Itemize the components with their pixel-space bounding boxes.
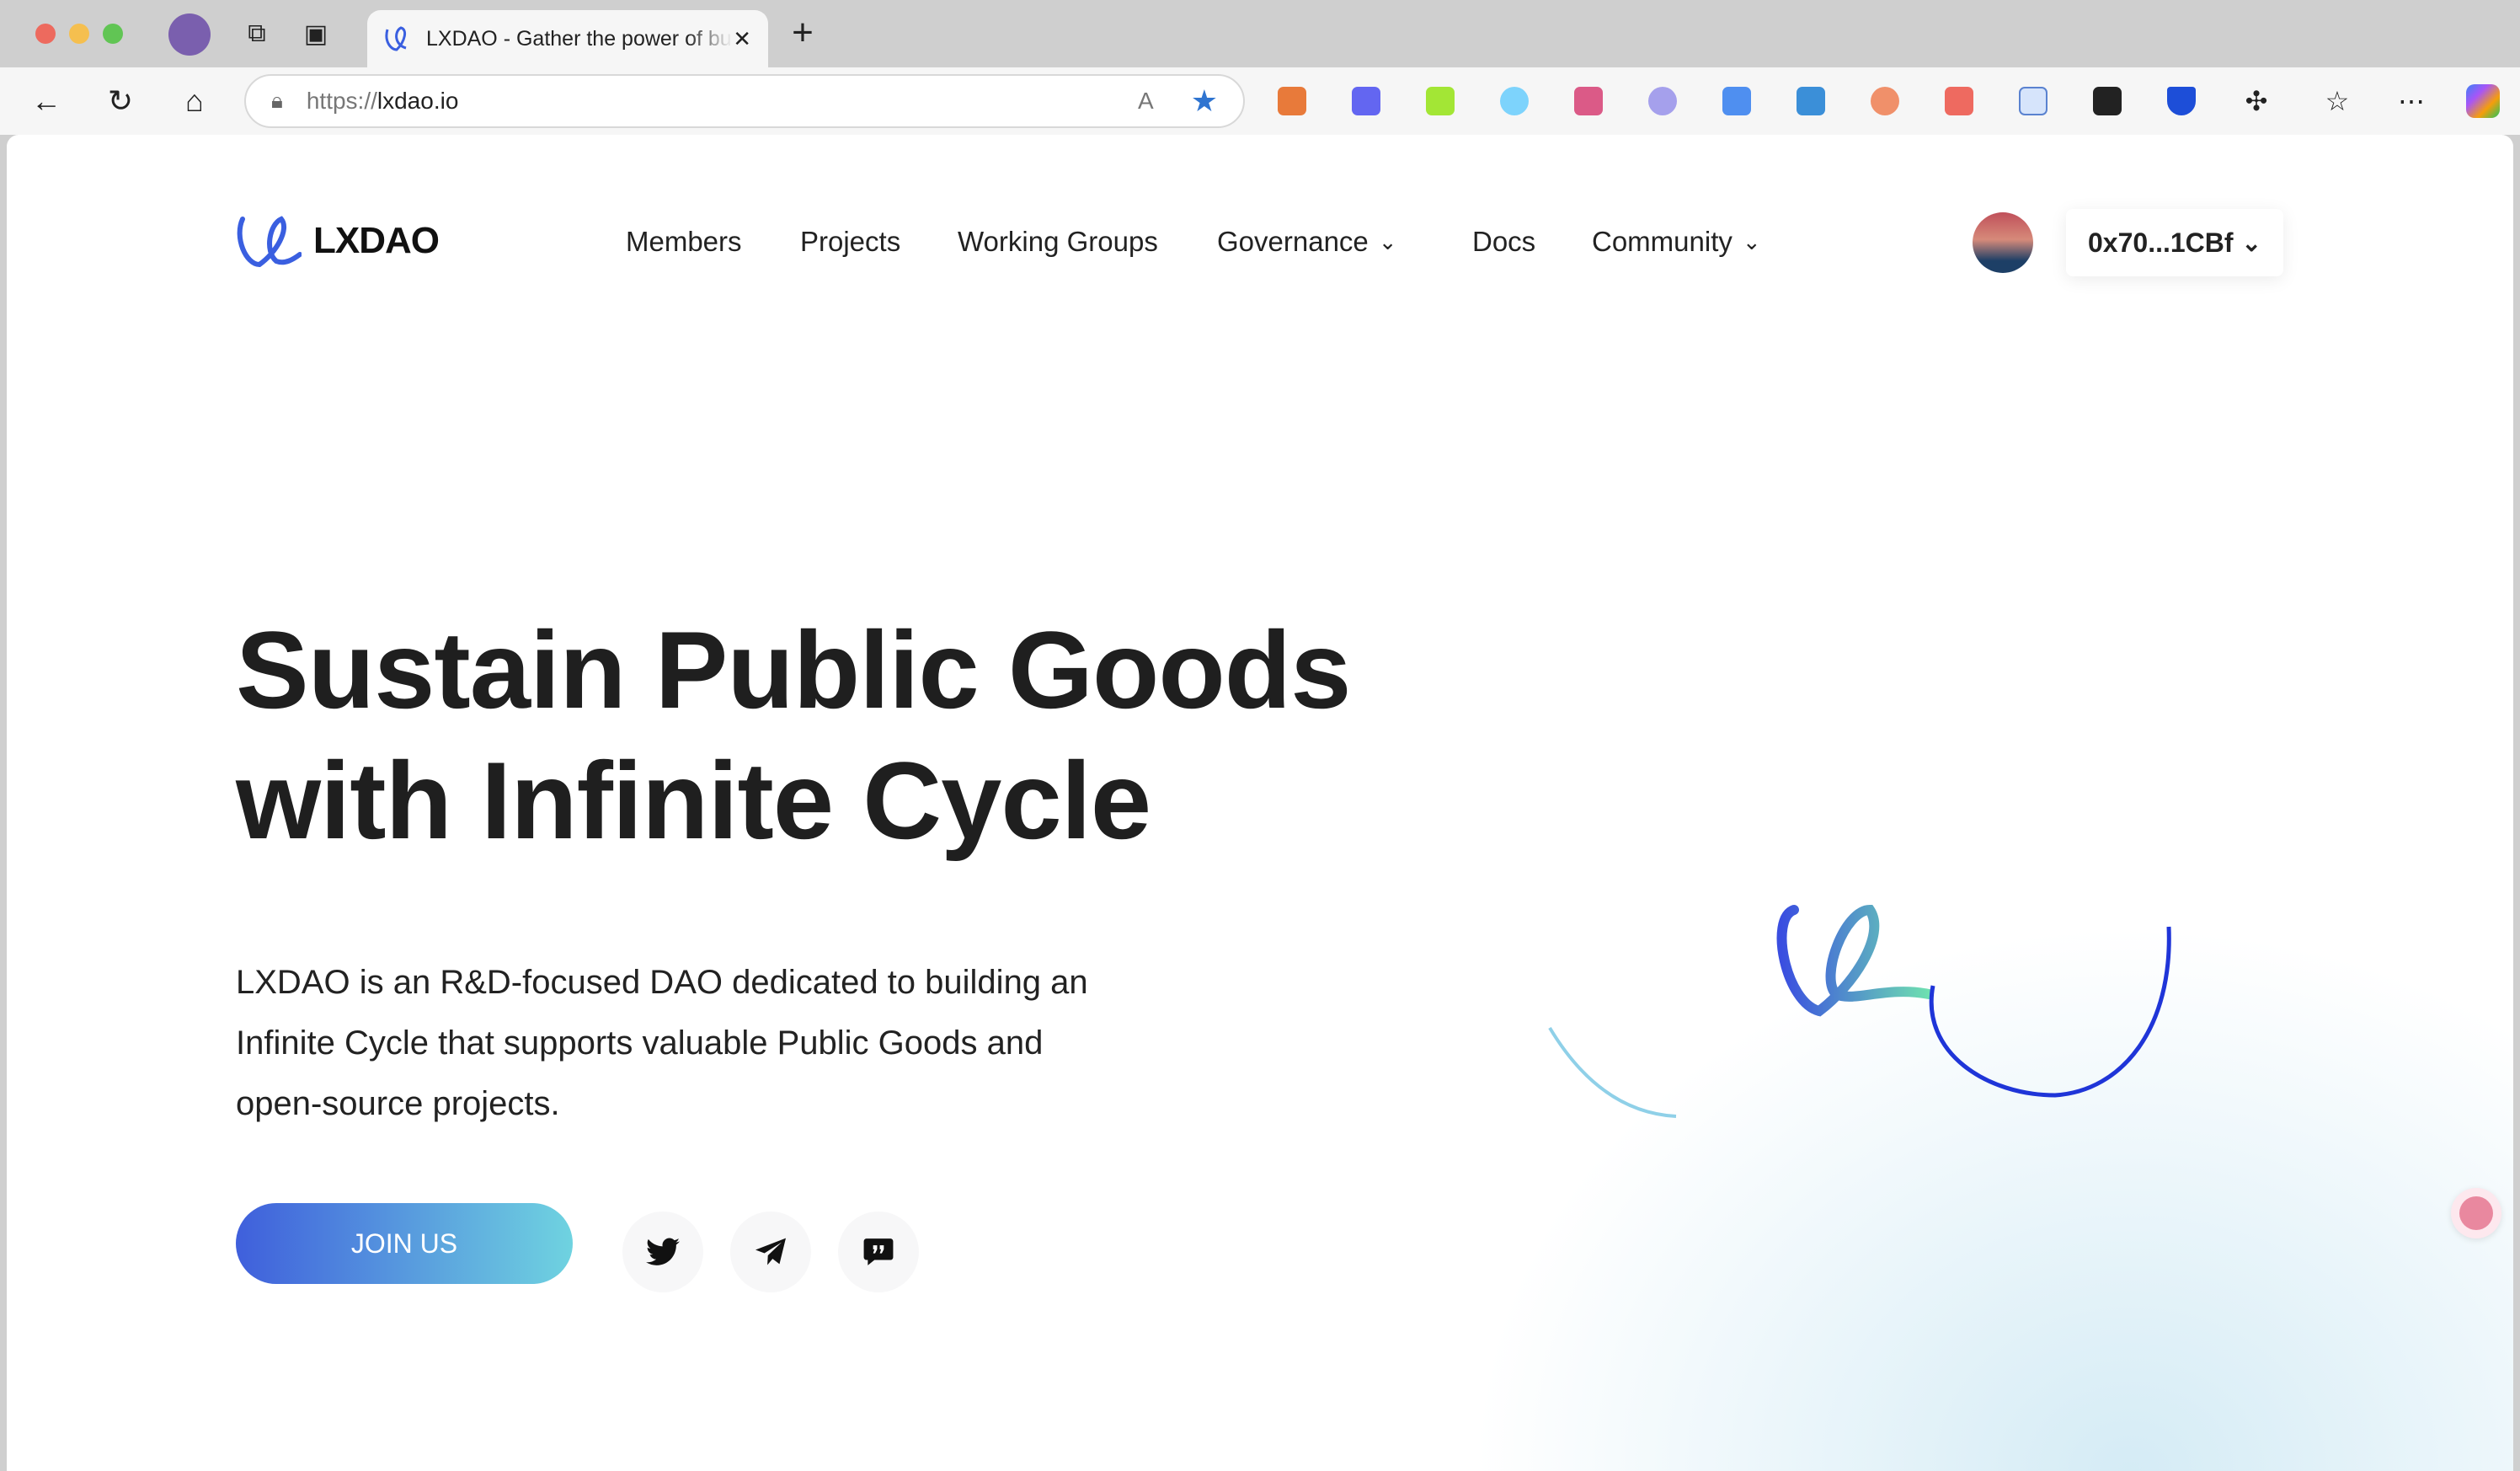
close-window-button[interactable] bbox=[35, 24, 56, 44]
hero-description-line: LXDAO is an R&D-focused DAO dedicated to… bbox=[236, 964, 1088, 1001]
nav-members[interactable]: Members bbox=[626, 226, 742, 258]
nav-projects[interactable]: Projects bbox=[800, 226, 900, 258]
minimize-window-button[interactable] bbox=[69, 24, 89, 44]
address-bar[interactable]: 🔒︎ https:// lxdao.io A ★ bbox=[244, 74, 1245, 128]
copilot-icon[interactable] bbox=[2466, 84, 2500, 118]
extension-icon[interactable] bbox=[1352, 87, 1380, 115]
back-icon[interactable]: ← bbox=[25, 80, 67, 122]
extension-icon[interactable] bbox=[1871, 87, 1899, 115]
wallet-button[interactable]: 0x70...1CBf ⌄ bbox=[2066, 209, 2283, 276]
url-scheme: https:// bbox=[306, 88, 377, 114]
chevron-down-icon: ⌄ bbox=[2241, 229, 2261, 256]
extension-icon[interactable] bbox=[2019, 87, 2048, 115]
wallet-address: 0x70...1CBf bbox=[2088, 227, 2234, 258]
nav-label: Community bbox=[1592, 226, 1732, 257]
vertical-tabs-icon[interactable]: ▣ bbox=[295, 13, 337, 55]
brand-logo[interactable]: LXDAO bbox=[234, 212, 440, 270]
reload-icon[interactable]: ↻ bbox=[99, 80, 141, 122]
lxdao-favicon-icon bbox=[385, 26, 407, 51]
discord-button[interactable] bbox=[838, 1212, 919, 1292]
profile-icon[interactable] bbox=[168, 13, 211, 56]
hero-title-line: with Infinite Cycle bbox=[236, 739, 1151, 862]
chevron-down-icon: ⌄ bbox=[1378, 228, 1397, 254]
lxdao-logo-icon bbox=[237, 216, 302, 268]
hero-description: LXDAO is an R&D-focused DAO dedicated to… bbox=[236, 952, 1247, 1134]
favorite-star-icon[interactable]: ★ bbox=[1191, 83, 1218, 119]
hero-description-line: open-source projects. bbox=[236, 1085, 560, 1122]
nav-governance[interactable]: Governance ⌄ bbox=[1217, 226, 1397, 258]
extension-icon[interactable] bbox=[1945, 87, 1973, 115]
translate-extension-icon[interactable] bbox=[1574, 87, 1603, 115]
chevron-down-icon: ⌄ bbox=[1742, 228, 1761, 254]
maximize-window-button[interactable] bbox=[103, 24, 123, 44]
telegram-button[interactable] bbox=[730, 1212, 811, 1292]
twitter-icon bbox=[646, 1238, 680, 1265]
hero-description-line: Infinite Cycle that supports valuable Pu… bbox=[236, 1024, 1044, 1062]
more-menu-icon[interactable]: ⋯ bbox=[2390, 80, 2432, 122]
url-host: lxdao.io bbox=[376, 88, 459, 114]
metamask-extension-icon[interactable] bbox=[1278, 87, 1306, 115]
extension-icon[interactable] bbox=[1722, 87, 1751, 115]
join-us-button[interactable]: JOIN US bbox=[236, 1203, 573, 1284]
nav-label: Working Groups bbox=[958, 226, 1158, 257]
tab-title: LXDAO - Gather the power of buidlers bbox=[426, 26, 733, 51]
extension-icon[interactable] bbox=[1648, 87, 1677, 115]
infinite-cycle-graphic bbox=[1548, 904, 2171, 1118]
collections-icon[interactable]: ⧉ bbox=[236, 13, 278, 55]
extension-icon[interactable] bbox=[1500, 87, 1529, 115]
extension-icon[interactable] bbox=[1797, 87, 1825, 115]
nav-label: Projects bbox=[800, 226, 901, 257]
telegram-icon bbox=[755, 1238, 786, 1265]
nav-label: Docs bbox=[1472, 226, 1536, 257]
tab-active[interactable]: LXDAO - Gather the power of buidlers ✕ bbox=[367, 10, 768, 67]
nav-working-groups[interactable]: Working Groups bbox=[958, 226, 1158, 258]
new-tab-button[interactable]: + bbox=[782, 12, 824, 54]
discord-icon bbox=[863, 1238, 894, 1265]
shield-extension-icon[interactable] bbox=[2167, 87, 2196, 115]
translate-float-button[interactable] bbox=[2451, 1188, 2501, 1238]
favorites-icon[interactable]: ☆ bbox=[2316, 80, 2358, 122]
user-avatar[interactable] bbox=[1973, 212, 2033, 273]
extension-icon[interactable] bbox=[1426, 87, 1455, 115]
hero-title: Sustain Public Goods with Infinite Cycle bbox=[236, 605, 1351, 866]
twitter-button[interactable] bbox=[622, 1212, 703, 1292]
read-aloud-icon[interactable]: A bbox=[1138, 88, 1154, 115]
close-tab-icon[interactable]: ✕ bbox=[733, 26, 751, 52]
nav-docs[interactable]: Docs bbox=[1472, 226, 1535, 258]
brand-name: LXDAO bbox=[313, 220, 440, 261]
extensions-puzzle-icon[interactable]: ✣ bbox=[2235, 80, 2277, 122]
lock-icon: 🔒︎ bbox=[271, 88, 283, 113]
home-icon[interactable]: ⌂ bbox=[174, 80, 216, 122]
translate-icon bbox=[2459, 1196, 2493, 1230]
hero-title-line: Sustain Public Goods bbox=[236, 608, 1351, 731]
nav-label: Members bbox=[626, 226, 742, 257]
extension-icon[interactable] bbox=[2093, 87, 2122, 115]
nav-label: Governance bbox=[1217, 226, 1369, 257]
nav-community[interactable]: Community ⌄ bbox=[1592, 226, 1761, 258]
